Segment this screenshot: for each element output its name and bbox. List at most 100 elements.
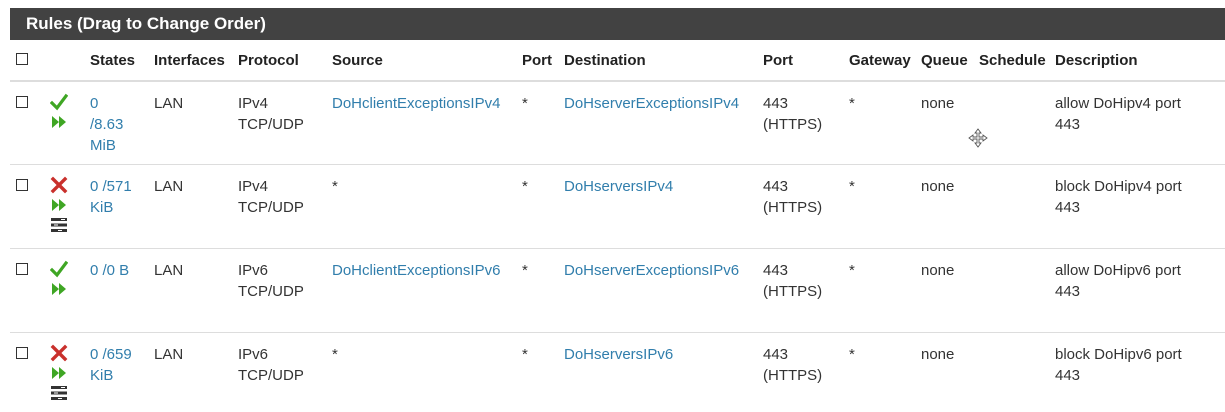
gateway-cell: * (849, 345, 855, 363)
col-port[interactable]: Port (518, 40, 560, 82)
states-unit[interactable]: MiB (90, 137, 116, 154)
states-cell[interactable]: 0 /571 KiB (86, 164, 150, 248)
destination-cell: DoHserverExceptionsIPv6 (560, 248, 759, 332)
panel-title: Rules (Drag to Change Order) (10, 8, 1225, 40)
table-row[interactable]: 0 /571 KiB LAN IPv4 TCP/UDP * * DoHserver… (10, 164, 1225, 248)
schedule-cell (975, 81, 1051, 164)
col-source[interactable]: Source (328, 40, 518, 82)
dest-port-name: (HTTPS) (763, 366, 823, 384)
table-row[interactable]: 0 /0 B LAN IPv6 TCP/UDP DoHclientExceptio… (10, 248, 1225, 332)
source-alias-link[interactable]: DoHclientExceptionsIPv4 (332, 95, 500, 112)
col-dest-port[interactable]: Port (759, 40, 845, 82)
times-icon[interactable] (50, 344, 68, 362)
description-cell: block DoHipv4 port 443 (1051, 164, 1225, 248)
description-line: 443 (1055, 282, 1081, 300)
dest-port-name: (HTTPS) (763, 198, 823, 216)
col-description[interactable]: Description (1051, 40, 1225, 82)
queue-cell: none (921, 177, 955, 195)
interface-cell: LAN (154, 177, 184, 195)
source-cell: DoHclientExceptionsIPv4 (328, 81, 518, 164)
interface-cell: LAN (154, 345, 184, 363)
schedule-cell (975, 332, 1051, 412)
fast-forward-icon[interactable] (50, 280, 68, 298)
fast-forward-icon[interactable] (50, 364, 68, 382)
dest-port-number: 443 (763, 345, 789, 363)
protocol-transport: TCP/UDP (238, 366, 304, 384)
fast-forward-icon[interactable] (50, 196, 68, 214)
states-count[interactable]: 0 (90, 95, 98, 112)
dest-port-name: (HTTPS) (763, 116, 823, 133)
protocol-ip: IPv4 (238, 177, 269, 195)
check-icon[interactable] (50, 260, 68, 278)
row-select-cell (10, 81, 46, 164)
states-cell[interactable]: 0 /659 KiB (86, 332, 150, 412)
description-line: block DoHipv4 port (1055, 177, 1182, 195)
row-checkbox[interactable] (16, 96, 28, 108)
queue-cell: none (921, 261, 955, 279)
states-size[interactable]: KiB (90, 367, 113, 384)
table-row[interactable]: 0 /659 KiB LAN IPv6 TCP/UDP * * DoHserver… (10, 332, 1225, 412)
description-cell: allow DoHipv4 port 443 (1051, 81, 1225, 164)
protocol-cell: IPv4 TCP/UDP (234, 81, 328, 164)
table-row[interactable]: 0 /8.63 MiB LAN IPv4 TCP/UDP DoHclientExc… (10, 81, 1225, 164)
dest-port-number: 443 (763, 261, 789, 279)
destination-alias-link[interactable]: DoHserverExceptionsIPv4 (564, 95, 739, 112)
states-size[interactable]: KiB (90, 199, 113, 216)
row-checkbox[interactable] (16, 178, 28, 191)
states-count[interactable]: 0 /0 B (90, 262, 129, 279)
row-checkbox[interactable] (16, 346, 28, 359)
source-cell: * (332, 177, 338, 195)
tasks-icon[interactable] (50, 216, 68, 234)
col-gateway[interactable]: Gateway (845, 40, 917, 82)
states-count[interactable]: 0 /659 (90, 346, 132, 363)
dest-port-cell: 443 (HTTPS) (759, 81, 845, 164)
tasks-icon[interactable] (50, 384, 68, 402)
col-states[interactable]: States (86, 40, 150, 82)
row-select-cell (10, 332, 46, 412)
action-cell (46, 248, 86, 332)
col-protocol[interactable]: Protocol (234, 40, 328, 82)
description-line: allow DoHipv4 port (1055, 95, 1181, 112)
row-checkbox[interactable] (16, 262, 28, 275)
description-line: allow DoHipv6 port (1055, 261, 1181, 279)
dest-port-cell: 443 (HTTPS) (759, 164, 845, 248)
move-cursor-icon (968, 128, 988, 148)
dest-port-cell: 443 (HTTPS) (759, 248, 845, 332)
dest-port-number: 443 (763, 95, 789, 112)
protocol-transport: TCP/UDP (238, 282, 304, 300)
dest-port-name: (HTTPS) (763, 282, 823, 300)
states-cell[interactable]: 0 /0 B (86, 248, 150, 332)
dest-port-cell: 443 (HTTPS) (759, 332, 845, 412)
action-header (46, 40, 86, 82)
fast-forward-icon[interactable] (50, 113, 68, 131)
schedule-cell (975, 248, 1051, 332)
source-alias-link[interactable]: DoHclientExceptionsIPv6 (332, 262, 500, 279)
action-cell (46, 81, 86, 164)
col-destination[interactable]: Destination (560, 40, 759, 82)
interface-cell: LAN (154, 95, 184, 112)
gateway-cell: * (849, 177, 855, 195)
destination-alias-link[interactable]: DoHserversIPv6 (564, 346, 673, 363)
states-size[interactable]: /8.63 (90, 116, 123, 133)
select-all-header (10, 40, 46, 82)
source-cell: * (332, 345, 338, 363)
states-cell[interactable]: 0 /8.63 MiB (86, 81, 150, 164)
source-port-cell: * (522, 177, 528, 195)
dest-port-number: 443 (763, 177, 789, 195)
select-all-checkbox[interactable] (16, 52, 28, 65)
check-icon[interactable] (50, 93, 68, 111)
description-line: block DoHipv6 port (1055, 345, 1182, 363)
gateway-cell: * (849, 95, 855, 112)
destination-cell: DoHserverExceptionsIPv4 (560, 81, 759, 164)
destination-alias-link[interactable]: DoHserverExceptionsIPv6 (564, 262, 739, 279)
source-port-cell: * (522, 345, 528, 363)
states-count[interactable]: 0 /571 (90, 178, 132, 195)
col-interfaces[interactable]: Interfaces (150, 40, 234, 82)
protocol-cell: IPv6 TCP/UDP (234, 332, 328, 412)
source-cell: DoHclientExceptionsIPv6 (328, 248, 518, 332)
destination-alias-link[interactable]: DoHserversIPv4 (564, 178, 673, 195)
times-icon[interactable] (50, 176, 68, 194)
description-line: 443 (1055, 116, 1081, 133)
col-schedule[interactable]: Schedule (975, 40, 1051, 82)
col-queue[interactable]: Queue (917, 40, 975, 82)
